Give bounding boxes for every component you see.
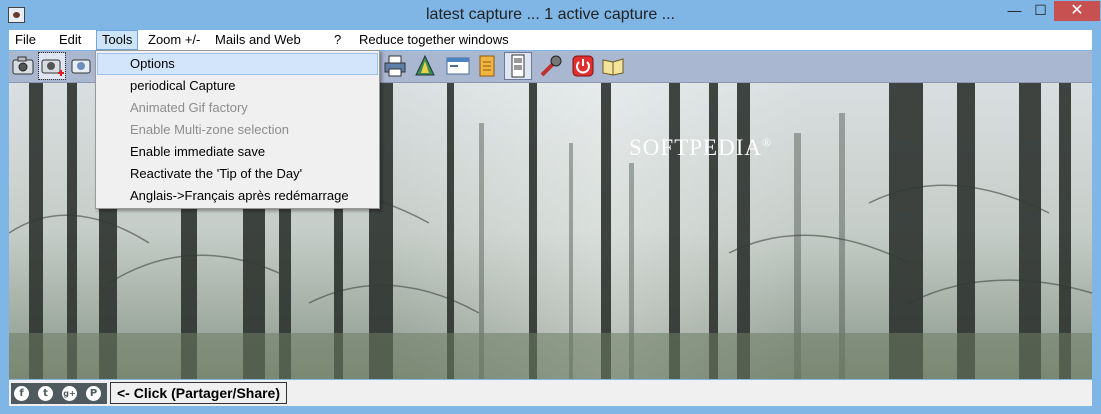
maximize-button[interactable]: ☐ xyxy=(1027,1,1054,21)
menu-file[interactable]: File xyxy=(10,30,41,50)
watermark-text: SOFTPEDIA xyxy=(629,135,762,160)
twitter-icon[interactable]: t xyxy=(38,386,53,401)
printer-icon[interactable] xyxy=(382,53,408,79)
film-icon[interactable] xyxy=(504,52,532,80)
menu-tools[interactable]: Tools xyxy=(96,30,139,50)
tools-icon[interactable] xyxy=(538,53,564,79)
window-title: latest capture ... 1 active capture ... xyxy=(425,6,675,23)
help-book-icon[interactable] xyxy=(600,53,626,79)
camera-add-icon[interactable] xyxy=(38,52,66,80)
menu-option-language-switch[interactable]: Anglais->Français après redémarrage xyxy=(97,185,378,207)
registered-mark: ® xyxy=(761,135,773,150)
menu-option-periodical-capture[interactable]: periodical Capture xyxy=(97,75,378,97)
camera-icon[interactable] xyxy=(10,53,36,79)
menu-option-tip-of-day[interactable]: Reactivate the 'Tip of the Day' xyxy=(97,163,378,185)
window-icon[interactable] xyxy=(445,53,471,79)
share-hint: <- Click (Partager/Share) xyxy=(110,382,288,404)
social-share-bar: f t g+ P xyxy=(11,383,107,404)
menu-help[interactable]: ? xyxy=(329,30,346,50)
menu-zoom[interactable]: Zoom +/- xyxy=(143,30,205,50)
palette-icon[interactable] xyxy=(412,53,438,79)
menu-mails-and-web[interactable]: Mails and Web xyxy=(210,30,306,50)
title-bar[interactable]: latest capture ... 1 active capture ... … xyxy=(0,0,1101,31)
camera-zone-icon[interactable] xyxy=(69,53,95,79)
scroll-icon[interactable] xyxy=(474,53,500,79)
tools-dropdown-menu: Options periodical Capture Animated Gif … xyxy=(95,50,380,209)
menu-option-multi-zone: Enable Multi-zone selection xyxy=(130,122,289,137)
menu-edit[interactable]: Edit xyxy=(54,30,86,50)
menu-reduce-windows[interactable]: Reduce together windows xyxy=(354,30,514,50)
power-icon[interactable] xyxy=(570,53,596,79)
facebook-icon[interactable]: f xyxy=(14,386,29,401)
menu-option-immediate-save[interactable]: Enable immediate save xyxy=(97,141,378,163)
menu-bar: File Edit Tools Zoom +/- Mails and Web ?… xyxy=(9,30,1092,50)
menu-option-animated-gif: Animated Gif factory xyxy=(130,100,248,115)
status-bar: f t g+ P <- Click (Partager/Share) xyxy=(9,380,1092,406)
close-button[interactable]: ✕ xyxy=(1054,1,1100,21)
minimize-button[interactable]: — xyxy=(1001,1,1028,21)
app-window: latest capture ... 1 active capture ... … xyxy=(0,0,1101,414)
softpedia-watermark: SOFTPEDIA® xyxy=(629,135,772,161)
pinterest-icon[interactable]: P xyxy=(86,386,101,401)
google-plus-icon[interactable]: g+ xyxy=(62,386,77,401)
menu-option-options[interactable]: Options xyxy=(97,53,378,75)
